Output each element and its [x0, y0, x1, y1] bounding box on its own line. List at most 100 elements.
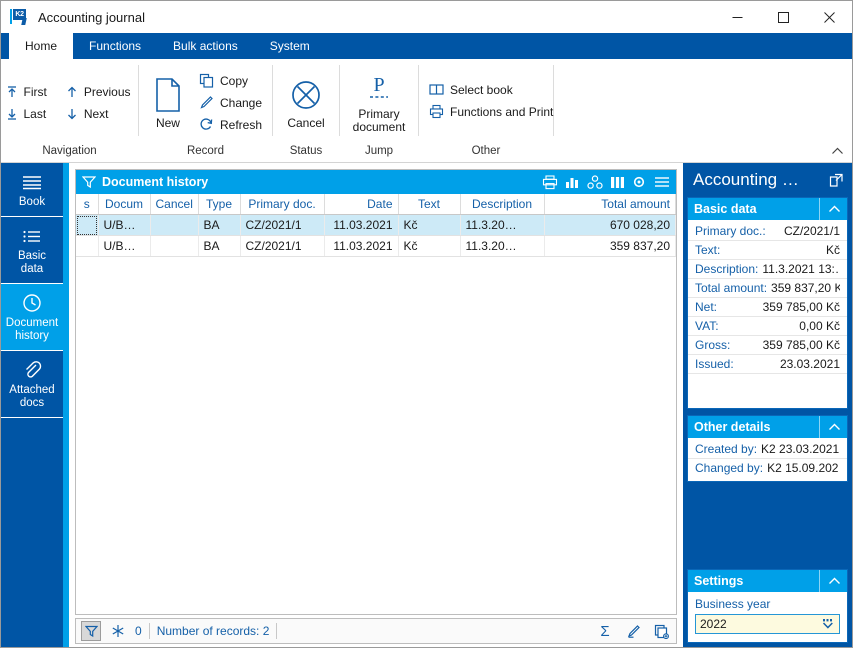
sidebar-item-book[interactable]: Book — [1, 163, 63, 217]
value-issued: 23.03.2021 — [780, 357, 840, 371]
label-gross: Gross: — [695, 338, 730, 352]
column-header-date[interactable]: Date — [324, 194, 398, 215]
group-icon[interactable] — [587, 175, 603, 190]
value-created-by: K2 23.03.2021… — [761, 442, 840, 456]
snowflake-icon[interactable] — [108, 621, 128, 641]
new-record-icon[interactable] — [651, 621, 671, 641]
cell-type: BA — [198, 215, 240, 236]
tab-functions[interactable]: Functions — [73, 33, 157, 59]
ribbon-group-empty — [554, 59, 852, 162]
settings-gear-icon[interactable] — [632, 175, 647, 190]
table-row[interactable]: U/B… BA CZ/2021/1 11.03.2021 Kč 11.3.20…… — [76, 236, 676, 257]
ribbon-collapse-button[interactable] — [831, 147, 844, 159]
cell-total-amount: 359 837,20 — [544, 236, 676, 257]
chevron-down-icon[interactable] — [821, 618, 835, 630]
last-button[interactable]: Last — [1, 104, 55, 124]
grid-header-row: s Docum Cancel Type Primary doc. Date Te… — [76, 194, 676, 215]
value-total-amount: 359 837,20 K. — [771, 281, 840, 295]
label-changed-by: Changed by: — [695, 461, 763, 475]
window-controls — [714, 1, 852, 33]
sidebar-item-attached-docs[interactable]: Attached docs — [1, 351, 63, 418]
column-header-primary-doc[interactable]: Primary doc. — [240, 194, 324, 215]
section-rows-other-details: Created by: K2 23.03.2021… Changed by: K… — [688, 438, 847, 481]
section-basic-data: Basic data Primary doc.: CZ/2021/1 Text:… — [687, 197, 848, 409]
cell-primary-doc: CZ/2021/1 — [240, 236, 324, 257]
print-icon[interactable] — [542, 175, 558, 190]
section-title-settings: Settings — [694, 574, 743, 588]
group-label-navigation: Navigation — [1, 142, 138, 162]
column-header-text[interactable]: Text — [398, 194, 460, 215]
column-header-total-amount[interactable]: Total amount — [544, 194, 676, 215]
column-header-cancel[interactable]: Cancel — [150, 194, 198, 215]
new-button[interactable]: New — [143, 73, 193, 132]
label-net: Net: — [695, 300, 717, 314]
column-header-document[interactable]: Docum — [98, 194, 150, 215]
column-header-description[interactable]: Description — [460, 194, 544, 215]
new-label: New — [156, 117, 180, 130]
cell-cancel — [150, 215, 198, 236]
chevron-up-icon[interactable] — [819, 416, 841, 438]
refresh-button[interactable]: Refresh — [197, 115, 268, 134]
cancel-button[interactable]: Cancel — [277, 73, 334, 132]
chevron-up-icon[interactable] — [819, 198, 841, 220]
sum-sigma-icon[interactable]: Σ — [595, 621, 615, 641]
column-header-type[interactable]: Type — [198, 194, 240, 215]
refresh-label: Refresh — [220, 118, 262, 132]
grid-table: s Docum Cancel Type Primary doc. Date Te… — [76, 194, 676, 257]
next-label: Next — [84, 107, 109, 121]
grid-filter-icon[interactable] — [82, 175, 96, 189]
select-book-label: Select book — [450, 83, 513, 97]
close-button[interactable] — [806, 1, 852, 33]
tab-system[interactable]: System — [254, 33, 326, 59]
field-total-amount: Total amount: 359 837,20 K. — [688, 279, 847, 298]
section-header-settings[interactable]: Settings — [688, 570, 847, 592]
columns-icon[interactable] — [610, 175, 625, 190]
tab-bulk-actions[interactable]: Bulk actions — [157, 33, 254, 59]
sidebar-label-document-history-line1: Document — [3, 317, 61, 330]
first-label: First — [24, 85, 47, 99]
select-book-button[interactable]: Select book — [427, 80, 559, 99]
tab-home[interactable]: Home — [9, 33, 73, 59]
first-button[interactable]: First — [1, 82, 55, 102]
application-window: K2 Accounting journal Home Functions Bul… — [0, 0, 853, 648]
status-divider-2 — [276, 623, 277, 639]
filter-icon[interactable] — [81, 621, 101, 641]
open-in-new-window-icon[interactable] — [829, 173, 844, 188]
menu-icon[interactable] — [654, 175, 670, 189]
sidebar-label-attached-docs-line2: docs — [3, 397, 61, 410]
frozen-count: 0 — [135, 624, 142, 638]
business-year-value: 2022 — [700, 617, 821, 631]
next-button[interactable]: Next — [61, 104, 139, 124]
chart-icon[interactable] — [565, 175, 580, 190]
cancel-circle-icon — [290, 75, 322, 115]
navigation-column-2: Previous Next — [61, 82, 139, 124]
functions-and-print-label: Functions and Print — [450, 105, 553, 119]
change-button[interactable]: Change — [197, 93, 268, 112]
sidebar-label-basic-data-line2: data — [3, 263, 61, 276]
copy-button[interactable]: Copy — [197, 71, 268, 90]
primary-document-button[interactable]: P Primary document — [353, 72, 406, 134]
section-rows-basic-data: Primary doc.: CZ/2021/1 Text: Kč Descrip… — [688, 220, 847, 408]
chevron-up-icon[interactable] — [819, 570, 841, 592]
ribbon-group-navigation: First Last Previous — [1, 59, 138, 162]
left-navigation-rail: Book Basic data Document history — [1, 163, 69, 648]
section-header-other-details[interactable]: Other details — [688, 416, 847, 438]
edit-pencil-icon[interactable] — [623, 621, 643, 641]
maximize-button[interactable] — [760, 1, 806, 33]
sidebar-label-document-history-line2: history — [3, 330, 61, 343]
table-row[interactable]: U/B… BA CZ/2021/1 11.03.2021 Kč 11.3.20…… — [76, 215, 676, 236]
column-header-s[interactable]: s — [76, 194, 98, 215]
business-year-select[interactable]: 2022 — [695, 614, 840, 634]
printer-icon — [429, 104, 444, 119]
section-header-basic-data[interactable]: Basic data — [688, 198, 847, 220]
section-title-other-details: Other details — [694, 420, 770, 434]
sidebar-item-basic-data[interactable]: Basic data — [1, 217, 63, 284]
sidebar-item-document-history[interactable]: Document history — [1, 284, 63, 351]
status-divider-1 — [149, 623, 150, 639]
field-primary-doc: Primary doc.: CZ/2021/1 — [688, 222, 847, 241]
list-icon — [3, 225, 61, 247]
minimize-button[interactable] — [714, 1, 760, 33]
previous-button[interactable]: Previous — [61, 82, 139, 102]
value-net: 359 785,00 Kč — [763, 300, 840, 314]
functions-and-print-button[interactable]: Functions and Print — [427, 102, 559, 121]
